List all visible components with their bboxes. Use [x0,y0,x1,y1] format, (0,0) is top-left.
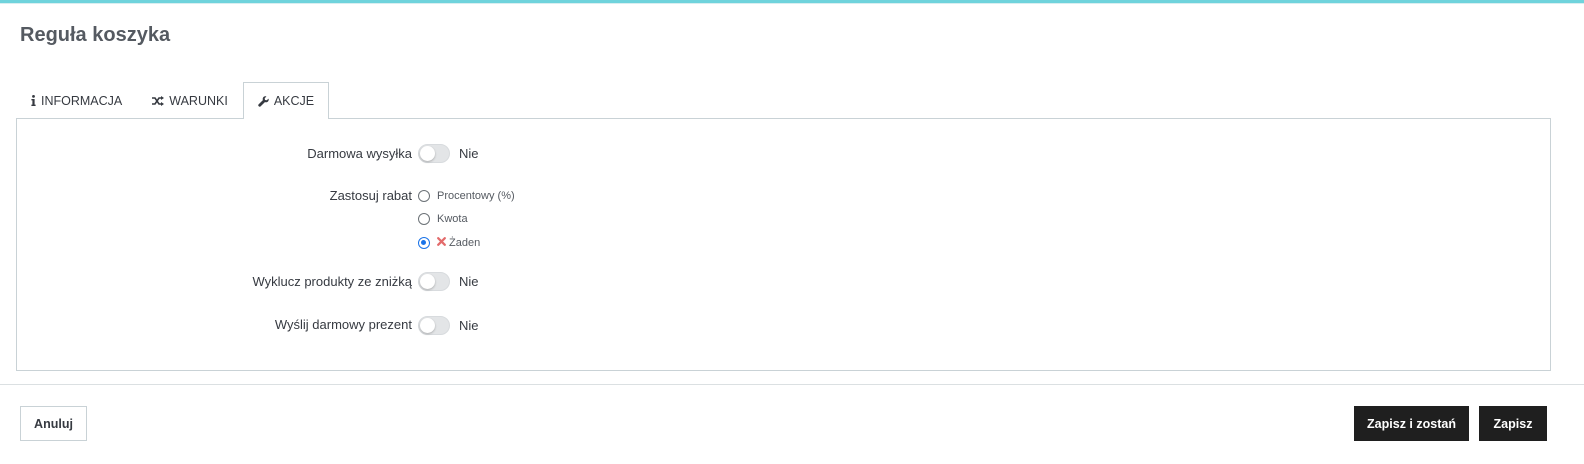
free-shipping-control: Nie [418,144,479,163]
discount-amount-radio[interactable] [418,213,430,225]
tab-warunki[interactable]: WARUNKI [137,82,243,118]
free-gift-toggle[interactable] [418,316,450,335]
exclude-discounted-toggle[interactable] [418,272,450,291]
page-title: Reguła koszyka [20,24,171,46]
tab-informacja-label: INFORMACJA [41,93,123,108]
discount-none-text: Żaden [437,237,480,249]
save-button[interactable]: Zapisz [1479,406,1547,441]
toggle-knob [420,274,435,289]
info-icon [31,95,36,106]
tab-akcje-label: AKCJE [273,94,315,108]
discount-option-amount[interactable]: Kwota [418,213,468,225]
discount-percent-radio[interactable] [418,190,430,202]
free-gift-label: Wyślij darmowy prezent [274,317,412,332]
discount-label: Zastosuj rabat [329,188,412,203]
discount-option-none[interactable]: Żaden [418,237,480,249]
tab-warunki-label: WARUNKI [169,93,228,108]
tab-akcje[interactable]: AKCJE [242,82,330,119]
discount-amount-label: Kwota [437,213,468,225]
free-gift-control: Nie [418,316,479,335]
exclude-discounted-value: Nie [459,274,479,289]
discount-option-percent[interactable]: Procentowy (%) [418,190,515,202]
free-shipping-label: Darmowa wysyłka [307,146,412,161]
tab-bar: INFORMACJA WARUNKI AKCJE [16,82,330,119]
toggle-knob [420,318,435,333]
footer-divider [0,384,1584,385]
free-shipping-toggle[interactable] [418,144,450,163]
shuffle-icon [152,95,165,106]
free-shipping-value: Nie [459,146,479,161]
free-gift-value: Nie [459,318,479,333]
x-icon [437,237,446,249]
top-accent-line [0,3,1584,4]
tab-informacja[interactable]: INFORMACJA [16,82,137,118]
discount-none-radio[interactable] [418,237,430,249]
exclude-discounted-label: Wyklucz produkty ze zniżką [252,274,412,289]
exclude-discounted-control: Nie [418,272,479,291]
discount-none-label: Żaden [449,237,481,249]
discount-percent-label: Procentowy (%) [437,190,515,202]
toggle-knob [420,146,435,161]
actions-panel: Darmowa wysyłka Nie Zastosuj rabat Proce… [16,118,1551,371]
save-and-stay-button[interactable]: Zapisz i zostań [1354,406,1469,441]
cancel-button[interactable]: Anuluj [20,406,87,441]
wrench-icon [258,95,269,107]
